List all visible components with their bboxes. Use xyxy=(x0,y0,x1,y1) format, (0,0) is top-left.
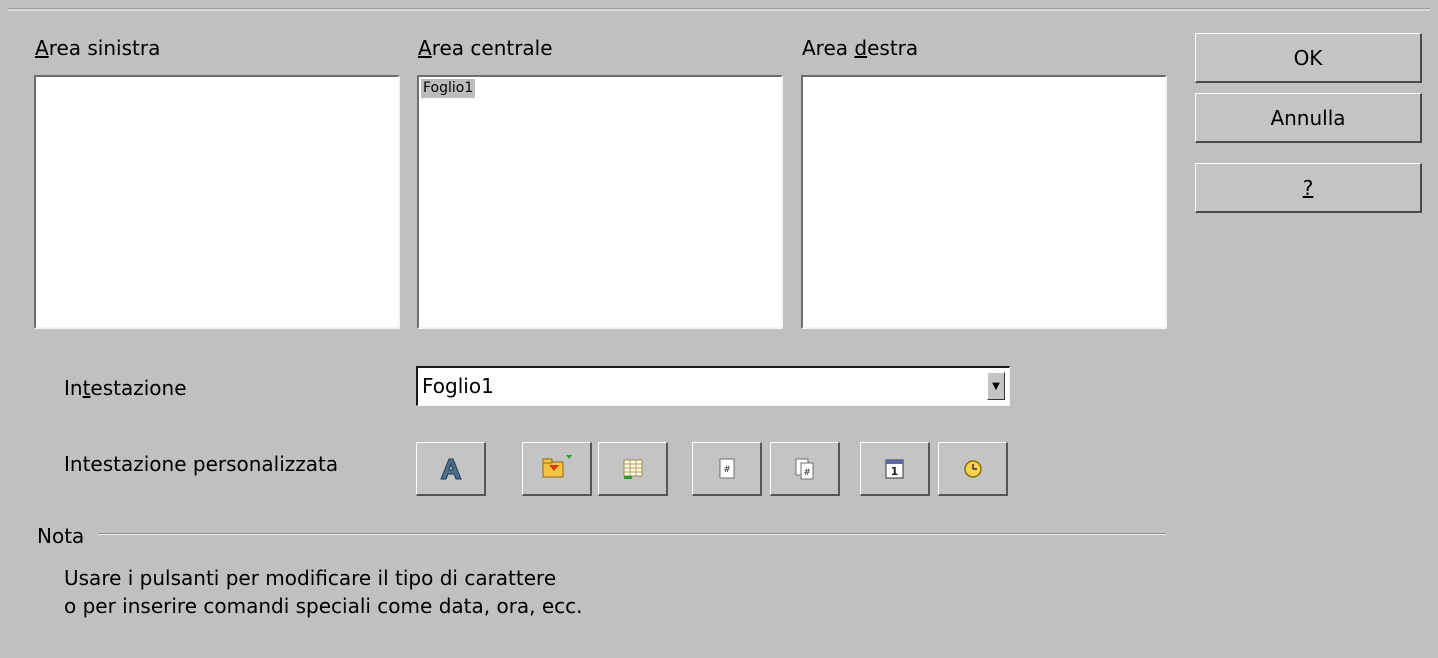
font-button[interactable] xyxy=(416,442,486,496)
header-select-value: Foglio1 xyxy=(422,374,494,398)
page-count-icon: # xyxy=(795,458,813,479)
custom-header-label: Intestazione personalizzata xyxy=(64,452,339,476)
note-title: Nota xyxy=(37,524,85,548)
time-button[interactable] xyxy=(938,442,1008,496)
help-button[interactable]: ? xyxy=(1195,163,1422,213)
page-count-button[interactable]: # xyxy=(770,442,840,496)
header-select[interactable]: Foglio1 ▼ xyxy=(416,366,1010,406)
svg-text:#: # xyxy=(803,468,811,478)
page-number-button[interactable]: # xyxy=(692,442,762,496)
note-divider xyxy=(98,533,1166,535)
svg-text:#: # xyxy=(723,465,731,475)
area-left-label: Area sinistra xyxy=(35,36,161,60)
insert-file-button[interactable] xyxy=(522,442,592,496)
chevron-down-icon[interactable]: ▼ xyxy=(987,372,1005,400)
sheet-name-button[interactable] xyxy=(598,442,668,496)
area-center-editor[interactable]: Foglio1 xyxy=(417,75,783,329)
area-right-label: Area destra xyxy=(802,36,919,60)
note-line-2: o per inserire comandi speciali come dat… xyxy=(64,594,583,618)
top-separator xyxy=(8,8,1430,11)
date-icon: 1 xyxy=(885,459,903,478)
ok-button-label: OK xyxy=(1293,45,1323,70)
cancel-button-label: Annulla xyxy=(1270,105,1346,130)
area-left-editor[interactable] xyxy=(34,75,400,329)
sheet-name-icon xyxy=(623,459,642,479)
svg-text:1: 1 xyxy=(890,465,898,478)
insert-file-icon xyxy=(542,454,572,477)
area-right-editor[interactable] xyxy=(801,75,1167,329)
page-number-icon: # xyxy=(719,458,734,478)
help-button-label: ? xyxy=(1302,175,1314,200)
header-label: Intestazione xyxy=(64,376,187,400)
font-icon xyxy=(439,458,462,479)
date-button[interactable]: 1 xyxy=(860,442,930,496)
area-center-content: Foglio1 xyxy=(421,79,476,98)
time-icon xyxy=(963,459,982,478)
area-center-label: Area centrale xyxy=(418,36,553,60)
note-line-1: Usare i pulsanti per modificare il tipo … xyxy=(64,566,557,590)
ok-button[interactable]: OK xyxy=(1195,33,1422,83)
cancel-button[interactable]: Annulla xyxy=(1195,93,1422,143)
